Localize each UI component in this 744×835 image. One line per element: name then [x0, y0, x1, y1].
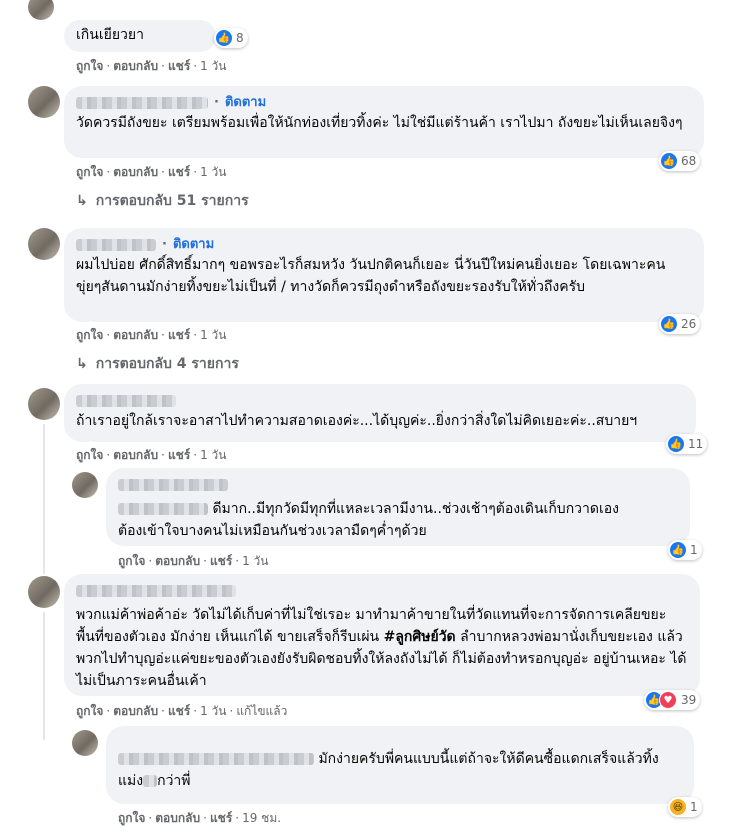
blurred-author-name[interactable] [118, 478, 228, 491]
thread-line [43, 424, 45, 574]
like-button[interactable]: ถูกใจ [76, 59, 103, 73]
author-row [76, 582, 688, 600]
timestamp[interactable]: 1 วัน [200, 59, 226, 73]
reply-arrow-icon: ↳ [76, 193, 88, 209]
view-replies-link[interactable]: ↳ การตอบกลับ 51 รายการ [76, 190, 249, 212]
blurred-mention[interactable] [118, 503, 208, 515]
timestamp[interactable]: 1 วัน [242, 554, 268, 568]
like-button[interactable]: ถูกใจ [76, 704, 103, 718]
like-icon: 👍 [668, 436, 684, 452]
comment-bubble: มักง่ายครับพี่คนแบบนี้แต่ถ้าจะให้ดีคนซื้… [106, 726, 694, 804]
comment-text-line2: แม่ง กว่าพี่ [118, 773, 191, 789]
reply-button[interactable]: ตอบกลับ [155, 811, 200, 825]
reaction-count[interactable]: 👍 ♥ 39 [644, 690, 701, 710]
timestamp[interactable]: 1 วัน [200, 448, 226, 462]
thread-line [43, 612, 45, 740]
blurred-author-name[interactable] [76, 238, 156, 251]
comment-actions: ถูกใจ · ตอบกลับ · แชร์ · 19 ชม. [118, 811, 282, 825]
comment-actions: ถูกใจ · ตอบกลับ · แชร์ · 1 วัน [76, 59, 227, 73]
comment-bubble: · ติดตาม ผมไปบ่อย ศักดิ์สิทธิ์มากๆ ขอพรอะ… [64, 228, 704, 322]
comment-text: เกินเยียวยา [76, 27, 144, 43]
reply-button[interactable]: ตอบกลับ [113, 165, 158, 179]
reaction-count[interactable]: 👍 8 [214, 28, 248, 48]
timestamp[interactable]: 1 วัน [200, 165, 226, 179]
author-row: · ติดตาม [76, 236, 692, 254]
timestamp[interactable]: 1 วัน [200, 704, 226, 718]
comment-actions: ถูกใจ · ตอบกลับ · แชร์ · 1 วัน [118, 554, 269, 568]
comment-actions: ถูกใจ · ตอบกลับ · แชร์ · 1 วัน [76, 448, 227, 462]
haha-icon: 😆 [670, 799, 686, 815]
avatar[interactable] [28, 86, 60, 118]
share-button[interactable]: แชร์ [168, 448, 190, 462]
like-icon: 👍 [661, 153, 677, 169]
comment-bubble: พวกแม่ค้าพ่อค้าอ่ะ วัดไม่ได้เก็บค่าที่ไม… [64, 574, 700, 696]
love-icon: ♥ [659, 691, 677, 709]
like-icon: 👍 [216, 30, 232, 46]
share-button[interactable]: แชร์ [210, 811, 232, 825]
reaction-count[interactable]: 👍 1 [668, 540, 702, 560]
like-button[interactable]: ถูกใจ [118, 554, 145, 568]
blurred-author-name[interactable] [76, 96, 208, 109]
comment-actions: ถูกใจ · ตอบกลับ · แชร์ · 1 วัน [76, 165, 227, 179]
share-button[interactable]: แชร์ [168, 704, 190, 718]
avatar[interactable] [28, 388, 60, 420]
avatar[interactable] [28, 576, 60, 608]
avatar[interactable] [28, 228, 60, 260]
reaction-count[interactable]: 👍 26 [659, 314, 701, 334]
avatar[interactable] [72, 472, 98, 498]
timestamp[interactable]: 1 วัน [200, 328, 226, 342]
reply-button[interactable]: ตอบกลับ [113, 59, 158, 73]
comment-text: ถ้าเราอยู่ใกล้เราจะอาสาไปทำความสอาดเองค่… [76, 413, 638, 429]
reply-button[interactable]: ตอบกลับ [113, 448, 158, 462]
comment-text: มักง่ายครับพี่คนแบบนี้แต่ถ้าจะให้ดีคนซื้… [118, 748, 682, 770]
author-row: · ติดตาม [76, 94, 692, 112]
edited-label[interactable]: แก้ไขแล้ว [236, 704, 287, 718]
reply-arrow-icon: ↳ [76, 356, 88, 372]
follow-button[interactable]: ติดตาม [225, 95, 266, 110]
reaction-count[interactable]: 👍 68 [659, 151, 701, 171]
share-button[interactable]: แชร์ [210, 554, 232, 568]
comment-actions: ถูกใจ · ตอบกลับ · แชร์ · 1 วัน · แก้ไขแล้ว [76, 704, 288, 718]
comment-text: วัดควรมีถังขยะ เตรียมพร้อมเพื่อให้นักท่อ… [76, 115, 683, 131]
reply-button[interactable]: ตอบกลับ [155, 554, 200, 568]
comment-text: ผมไปบ่อย ศักดิ์สิทธิ์มากๆ ขอพรอะไรก็สมหว… [76, 257, 666, 295]
share-button[interactable]: แชร์ [168, 165, 190, 179]
reply-button[interactable]: ตอบกลับ [113, 704, 158, 718]
like-button[interactable]: ถูกใจ [76, 328, 103, 342]
like-button[interactable]: ถูกใจ [76, 165, 103, 179]
blurred-author-name[interactable] [76, 394, 176, 407]
comment-bubble: ดีมาก..มีทุกวัดมีทุกที่แหละเวลามีงาน..ช่… [106, 468, 690, 546]
follow-button[interactable]: ติดตาม [173, 237, 214, 252]
comment-actions: ถูกใจ · ตอบกลับ · แชร์ · 1 วัน [76, 328, 227, 342]
share-button[interactable]: แชร์ [168, 328, 190, 342]
avatar[interactable] [72, 730, 98, 756]
blurred-author-name[interactable] [76, 584, 236, 597]
blurred-mention[interactable] [118, 753, 314, 765]
reply-button[interactable]: ตอบกลับ [113, 328, 158, 342]
like-icon: 👍 [670, 542, 686, 558]
timestamp[interactable]: 19 ชม. [242, 811, 281, 825]
author-row [76, 392, 684, 410]
like-button[interactable]: ถูกใจ [118, 811, 145, 825]
avatar[interactable] [28, 0, 54, 20]
comment-text: ดีมาก..มีทุกวัดมีทุกที่แหละเวลามีงาน..ช่… [118, 498, 678, 520]
reaction-count[interactable]: 👍 11 [666, 434, 708, 454]
comment-bubble: ถ้าเราอยู่ใกล้เราจะอาสาไปทำความสอาดเองค่… [64, 384, 696, 442]
view-replies-link[interactable]: ↳ การตอบกลับ 4 รายการ [76, 353, 239, 375]
reaction-count[interactable]: 😆 1 [668, 797, 702, 817]
comment-bubble: เกินเยียวยา [64, 20, 216, 52]
hashtag-link[interactable]: #ลูกศิษย์วัด [384, 629, 456, 645]
comment-text: พวกแม่ค้าพ่อค้าอ่ะ วัดไม่ได้เก็บค่าที่ไม… [76, 607, 687, 689]
share-button[interactable]: แชร์ [168, 59, 190, 73]
comment-bubble: · ติดตาม วัดควรมีถังขยะ เตรียมพร้อมเพื่อใ… [64, 86, 704, 158]
like-icon: 👍 [661, 316, 677, 332]
author-row [118, 476, 678, 494]
blurred-word [143, 775, 158, 787]
comment-text-line2: ต้องเข้าใจบางคนไม่เหมือนกันช่วงเวลามืดๆค… [118, 523, 427, 539]
like-button[interactable]: ถูกใจ [76, 448, 103, 462]
